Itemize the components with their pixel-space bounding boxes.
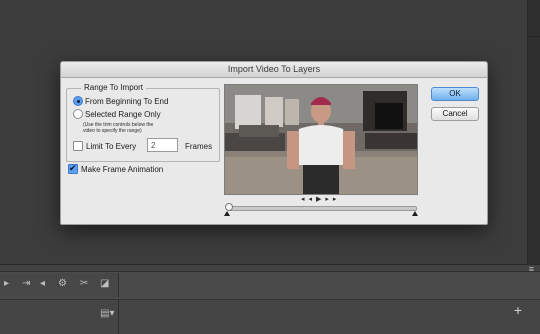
range-group-title: Range To Import: [81, 83, 146, 92]
timeline-tab-bar: [0, 265, 540, 272]
track-header: ▤▾: [0, 300, 119, 334]
radio-from-beginning-label: From Beginning To End: [85, 97, 169, 106]
audio-icon[interactable]: ◂: [40, 278, 45, 290]
photoshop-workspace: ≡ ▸ ⇥ ◂ ⚙ ✂ ◪ ▤▾ + Import Video To Layer…: [0, 0, 540, 334]
limit-to-every-checkbox[interactable]: Limit To Every: [73, 141, 136, 153]
radio-unselected-icon[interactable]: [73, 109, 83, 119]
limit-label: Limit To Every: [86, 142, 137, 151]
make-frame-animation-checkbox[interactable]: Make Frame Animation: [68, 162, 164, 176]
dialog-title: Import Video To Layers: [61, 62, 487, 78]
video-frame-image: [225, 85, 417, 194]
frames-label: Frames: [185, 142, 213, 151]
make-frame-animation-label: Make Frame Animation: [81, 165, 164, 174]
filmstrip-icon[interactable]: ▤▾: [100, 308, 114, 319]
add-media-icon[interactable]: +: [514, 302, 522, 318]
cancel-button[interactable]: Cancel: [431, 107, 479, 121]
timeline-controls: ▸ ⇥ ◂ ⚙ ✂ ◪: [0, 273, 119, 297]
step-back-icon[interactable]: ◂◂: [301, 196, 316, 203]
radio-selected-range-label: Selected Range Only: [85, 110, 161, 119]
checkbox-checked-icon[interactable]: [68, 162, 78, 174]
radio-from-beginning[interactable]: From Beginning To End: [73, 96, 168, 107]
trim-end-handle[interactable]: [412, 211, 418, 216]
timeline-track-row: ▤▾ +: [0, 299, 540, 334]
range-hint: (Use the trim controls below the video t…: [83, 122, 203, 134]
play-icon[interactable]: ▶: [316, 196, 325, 203]
step-forward-icon[interactable]: ▸▸: [325, 196, 340, 203]
dock-segment: [528, 0, 540, 37]
scrub-track[interactable]: [227, 206, 417, 211]
trim-start-handle[interactable]: [224, 211, 230, 216]
hint-line-2: video to specify the range): [83, 128, 142, 134]
transition-icon[interactable]: ◪: [100, 278, 109, 290]
radio-selected-icon[interactable]: [73, 96, 83, 106]
frames-input[interactable]: [147, 138, 178, 152]
radio-selected-range[interactable]: Selected Range Only: [73, 109, 161, 120]
timeline-panel: ≡ ▸ ⇥ ◂ ⚙ ✂ ◪ ▤▾ +: [0, 264, 540, 334]
import-video-dialog: Import Video To Layers Range To Import F…: [60, 61, 488, 225]
video-preview: [224, 84, 418, 195]
ok-button[interactable]: OK: [431, 87, 479, 101]
settings-icon[interactable]: ⚙: [58, 278, 67, 290]
scrub-thumb[interactable]: [225, 203, 233, 211]
panel-menu-icon[interactable]: ≡: [529, 264, 534, 274]
checkbox-unchecked-icon[interactable]: [73, 141, 83, 151]
play-icon[interactable]: ▸: [4, 278, 9, 290]
playback-controls: ◂◂▶▸▸: [301, 195, 340, 203]
step-forward-icon[interactable]: ⇥: [22, 278, 30, 290]
scissors-icon[interactable]: ✂: [80, 278, 88, 290]
